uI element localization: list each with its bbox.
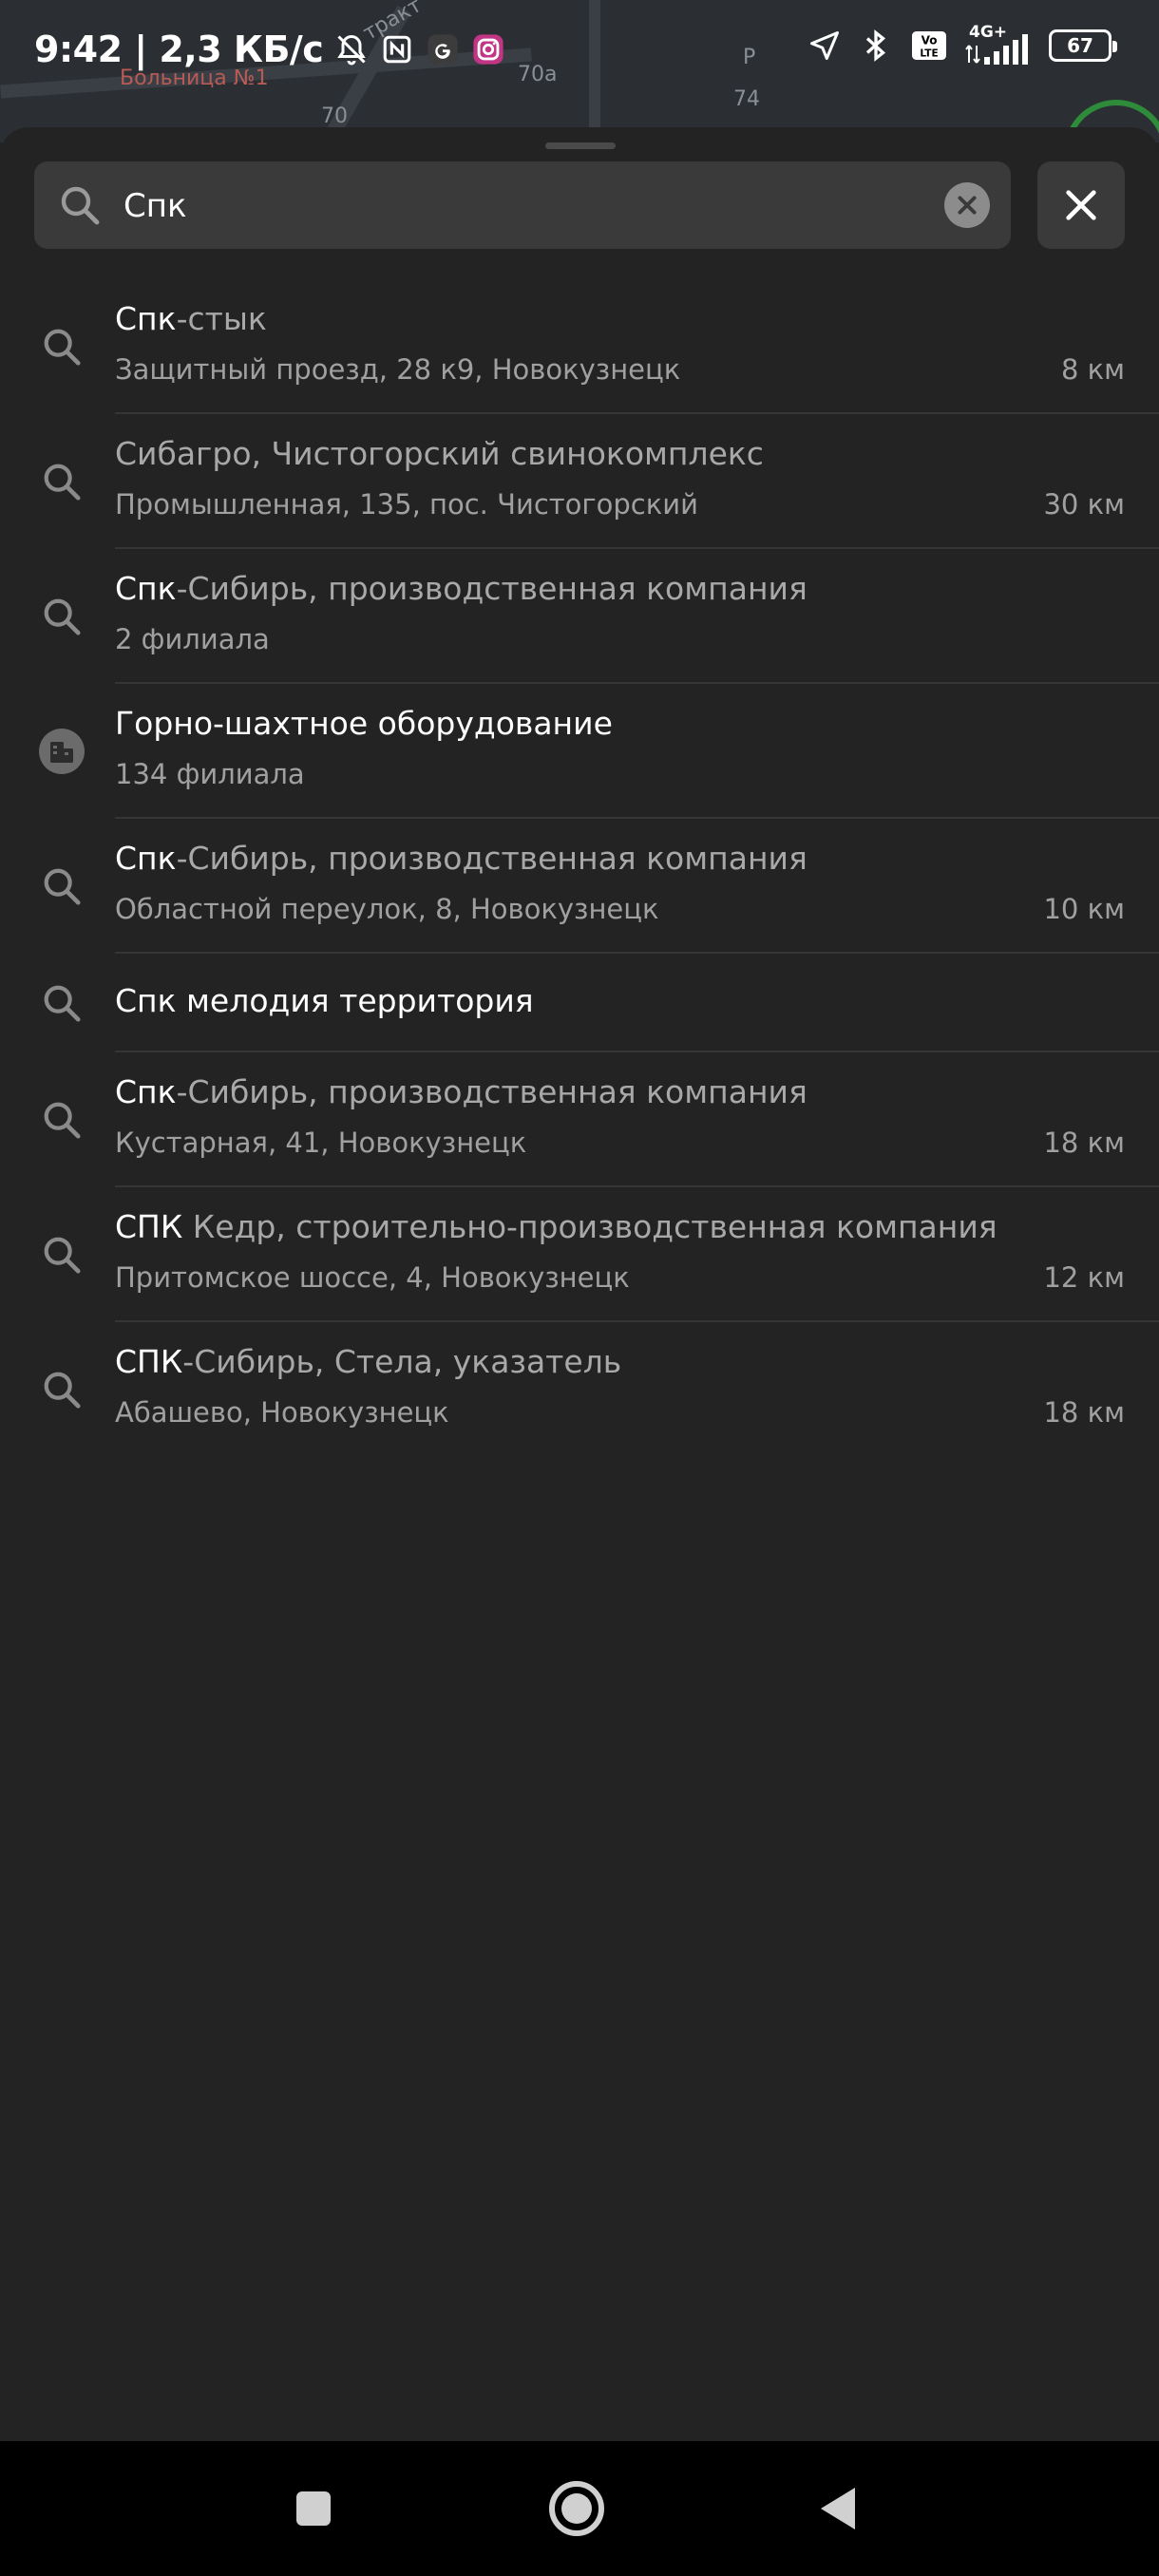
search-icon [38,323,86,370]
clear-search-button[interactable] [944,182,990,228]
search-sheet: Спк-стык Защитный проезд, 28 к9, Новокуз… [0,127,1159,2441]
result-address: Защитный проезд, 28 к9, Новокузнецк [115,353,681,386]
signal-icon: 4G+ [965,23,1032,65]
result-title-match: Горно-шахтное оборудование [115,705,613,742]
result-title: Спк-стык [115,300,267,337]
volte-icon: Vo LTE [910,28,948,63]
back-button[interactable] [781,2441,895,2576]
result-distance: 18 км [1043,1396,1125,1429]
svg-text:LTE: LTE [920,47,938,59]
search-results-list: Спк-стык Защитный проезд, 28 к9, Новокуз… [0,279,1159,1457]
result-address: Промышленная, 135, пос. Чистогорский [115,488,698,521]
back-triangle-icon [821,2488,855,2529]
result-title-match: Спк [115,1073,177,1110]
result-title-match: Спк [115,570,177,607]
result-title: Спк-Сибирь, производственная компания [115,840,808,877]
home-circle-icon [549,2481,604,2536]
bluetooth-icon [859,28,893,63]
result-address: Притомское шоссе, 4, Новокузнецк [115,1261,630,1294]
close-search-button[interactable] [1037,161,1125,249]
result-title: СПК-Сибирь, Стела, указатель [115,1343,621,1380]
result-title-match: СПК [115,1208,183,1245]
map-label-house: 70 [321,104,348,128]
result-title: Спк-Сибирь, производственная компания [115,570,808,607]
result-title-match: Спк [115,840,177,877]
search-field[interactable] [34,161,1011,251]
svg-text:Vo: Vo [922,34,938,47]
status-time: 9:42 | 2,3 КБ/с [34,28,324,70]
close-icon [1066,190,1096,220]
battery-indicator: 67 [1049,29,1117,62]
search-icon [38,458,86,505]
search-result-row[interactable]: Спк-Сибирь, производственная компания 2 … [0,549,1159,684]
result-title-rest: -стык [176,300,267,337]
result-address: Абашево, Новокузнецк [115,1396,449,1429]
result-address: Областной переулок, 8, Новокузнецк [115,893,659,925]
location-arrow-icon [808,28,842,63]
search-icon [38,1366,86,1413]
result-title: Спк мелодия территория [115,982,534,1019]
search-result-row[interactable]: Горно-шахтное оборудование 134 филиала [0,684,1159,819]
result-distance: 10 км [1043,893,1125,925]
result-title-rest: -Сибирь, производственная компания [176,1073,808,1110]
search-icon [38,1096,86,1144]
result-title-match: СПК [115,1343,183,1380]
result-title: СПК Кедр, строительно-производственная к… [115,1208,998,1245]
sheet-grabber[interactable] [545,142,616,149]
result-title-match: Спк мелодия территория [115,982,534,1019]
result-branches: 134 филиала [115,758,305,790]
result-branches: 2 филиала [115,623,270,655]
search-result-row[interactable]: Спк-Сибирь, производственная компания Об… [0,819,1159,954]
clear-icon [958,196,977,215]
recents-button[interactable] [256,2441,370,2576]
result-distance: 8 км [1060,353,1125,386]
result-title-rest: Сибагро, Чистогорский свинокомплекс [115,435,764,472]
result-title-rest: -Сибирь, Стела, указатель [182,1343,622,1380]
search-suggestion-row[interactable]: Спк мелодия территория [0,954,1159,1052]
result-title: Сибагро, Чистогорский свинокомплекс [115,435,764,472]
search-input[interactable] [122,161,942,251]
home-button[interactable] [520,2441,634,2576]
nfc-icon [380,32,414,66]
result-title: Горно-шахтное оборудование [115,705,613,742]
result-title-rest: -Сибирь, производственная компания [176,840,808,877]
search-icon [57,182,103,232]
result-title-rest: Кедр, строительно-производственная компа… [182,1208,998,1245]
navigation-bar [0,2441,1159,2576]
recents-square-icon [296,2491,331,2526]
search-icon [38,862,86,910]
result-distance: 12 км [1043,1261,1125,1294]
category-icon [38,728,86,775]
muted-bell-icon [334,32,369,66]
result-title: Спк-Сибирь, производственная компания [115,1073,808,1110]
result-distance: 18 км [1043,1127,1125,1159]
search-icon [38,593,86,640]
search-icon [38,1231,86,1279]
result-distance: 30 км [1043,488,1125,521]
search-icon [38,979,86,1027]
search-result-row[interactable]: СПК Кедр, строительно-производственная к… [0,1187,1159,1322]
result-title-rest: -Сибирь, производственная компания [176,570,808,607]
search-result-row[interactable]: СПК-Сибирь, Стела, указатель Абашево, Но… [0,1322,1159,1457]
search-result-row[interactable]: Спк-стык Защитный проезд, 28 к9, Новокуз… [0,279,1159,414]
result-address: Кустарная, 41, Новокузнецк [115,1127,527,1159]
instagram-icon [471,32,505,66]
search-result-row[interactable]: Сибагро, Чистогорский свинокомплекс Пром… [0,414,1159,549]
status-bar: 9:42 | 2,3 КБ/с Vo LTE 4G+ 67 [0,0,1159,104]
search-result-row[interactable]: Спк-Сибирь, производственная компания Ку… [0,1052,1159,1187]
google-icon [426,32,460,66]
result-title-match: Спк [115,300,177,337]
